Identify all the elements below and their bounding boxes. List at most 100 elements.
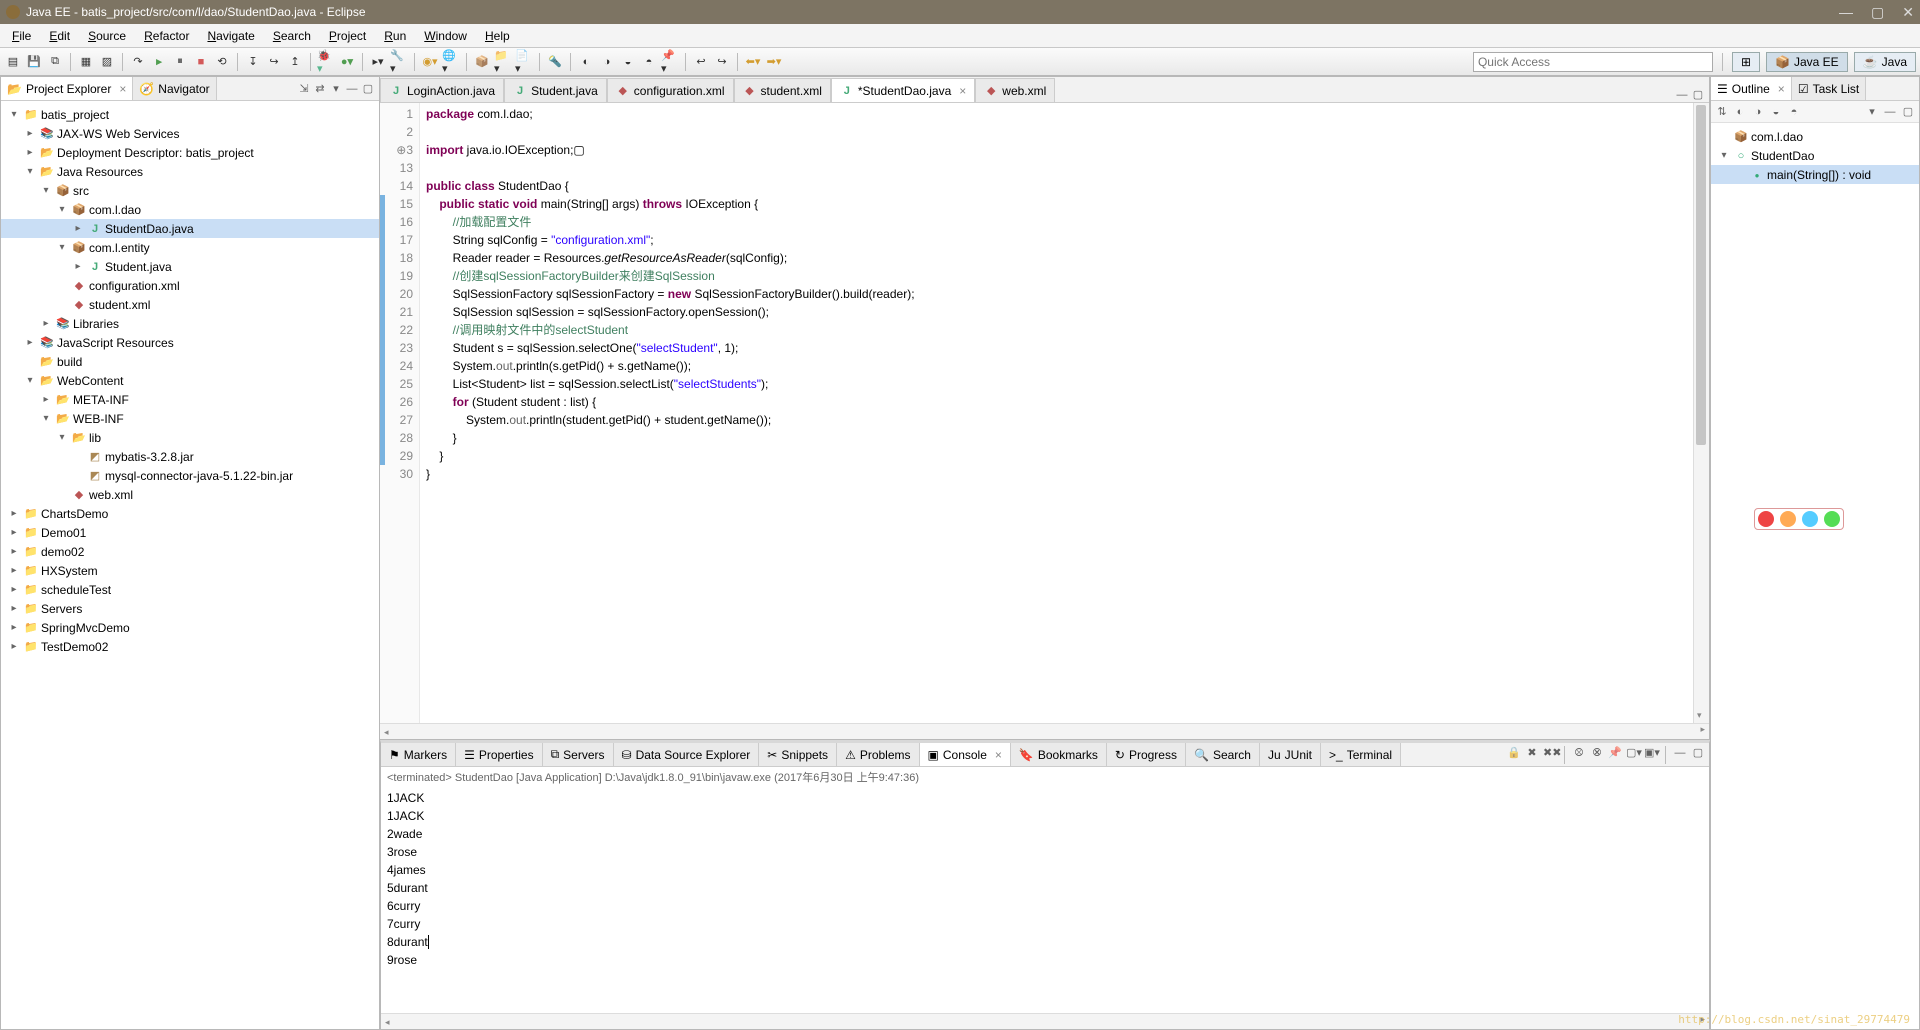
tree-item[interactable]: ▸HXSystem <box>1 561 379 580</box>
menu-refactor[interactable]: Refactor <box>136 27 197 45</box>
filter-local-icon[interactable]: ◓ <box>1787 105 1801 119</box>
tree-item[interactable]: ▾StudentDao <box>1711 146 1919 165</box>
twisty-icon[interactable]: ▾ <box>55 432 69 443</box>
editor-tab[interactable]: configuration.xml <box>607 78 734 102</box>
scroll-thumb[interactable] <box>1696 105 1706 445</box>
maximize-button[interactable]: ▢ <box>1871 4 1884 21</box>
toggle-mark-icon[interactable]: ◐ <box>577 53 595 71</box>
tree-item[interactable]: mybatis-3.2.8.jar <box>1 447 379 466</box>
tree-item[interactable]: configuration.xml <box>1 276 379 295</box>
link-editor-icon[interactable]: ⇄ <box>313 82 327 96</box>
tree-item[interactable]: ▾com.l.entity <box>1 238 379 257</box>
bottom-tab-servers[interactable]: ⧉Servers <box>543 743 614 766</box>
close-icon[interactable]: × <box>119 82 126 96</box>
skip-icon[interactable]: ↷ <box>129 53 147 71</box>
open-type-icon[interactable]: ▦ <box>77 53 95 71</box>
tree-item[interactable]: ▸JAX-WS Web Services <box>1 124 379 143</box>
twisty-icon[interactable]: ▾ <box>55 242 69 253</box>
tree-item[interactable]: ▸Servers <box>1 599 379 618</box>
maximize-view-icon[interactable]: ▢ <box>1901 105 1915 119</box>
pin-console-icon[interactable]: 📌 <box>1608 746 1622 760</box>
code-area[interactable]: package com.l.dao; import java.io.IOExce… <box>420 103 1693 723</box>
search-icon[interactable]: 🔦 <box>546 53 564 71</box>
editor-tab[interactable]: student.xml <box>734 78 831 102</box>
tree-item[interactable]: com.l.dao <box>1711 127 1919 146</box>
tree-item[interactable]: ▾lib <box>1 428 379 447</box>
menu-help[interactable]: Help <box>477 27 518 45</box>
twisty-icon[interactable]: ▾ <box>39 413 53 424</box>
twisty-icon[interactable]: ▸ <box>7 527 21 538</box>
twisty-icon[interactable]: ▸ <box>39 394 53 405</box>
pause-icon[interactable]: ⏸ <box>171 53 189 71</box>
view-menu-icon[interactable]: ▾ <box>1865 105 1879 119</box>
tree-item[interactable]: ▾src <box>1 181 379 200</box>
maximize-view-icon[interactable]: ▢ <box>361 82 375 96</box>
tree-item[interactable]: student.xml <box>1 295 379 314</box>
twisty-icon[interactable]: ▸ <box>71 261 85 272</box>
close-button[interactable]: ✕ <box>1902 4 1914 21</box>
bottom-tab-properties[interactable]: ☰Properties <box>456 743 542 766</box>
globe-icon[interactable]: 🌐▾ <box>442 53 460 71</box>
twisty-icon[interactable]: ▾ <box>55 204 69 215</box>
twisty-icon[interactable]: ▸ <box>23 337 37 348</box>
step-into-icon[interactable]: ↧ <box>244 53 262 71</box>
minimize-editor-icon[interactable]: — <box>1675 88 1689 102</box>
vertical-scrollbar[interactable]: ▾ <box>1693 103 1709 723</box>
minimize-button[interactable]: — <box>1839 4 1853 21</box>
twisty-icon[interactable]: ▾ <box>1717 150 1731 161</box>
prev-edit-icon[interactable]: ↩ <box>692 53 710 71</box>
outline-tree[interactable]: com.l.dao▾StudentDao main(String[]) : vo… <box>1711 123 1919 1029</box>
ext-tools-icon[interactable]: 🔧▾ <box>390 53 408 71</box>
perspective-java[interactable]: ☕ Java <box>1854 52 1916 72</box>
back-icon[interactable]: ⬅▾ <box>744 53 762 71</box>
bottom-tab-terminal[interactable]: >_Terminal <box>1321 743 1401 766</box>
annotation2-icon[interactable]: ◒ <box>619 53 637 71</box>
tab-navigator[interactable]: 🧭 Navigator <box>133 77 216 100</box>
pin-icon[interactable]: 📌▾ <box>661 53 679 71</box>
resume-icon[interactable]: ▸ <box>150 53 168 71</box>
editor-tab[interactable]: web.xml <box>975 78 1055 102</box>
tree-item[interactable]: ▾batis_project <box>1 105 379 124</box>
twisty-icon[interactable]: ▸ <box>23 128 37 139</box>
display-selected-icon[interactable]: ▢▾ <box>1626 746 1640 760</box>
clear-console-icon[interactable]: ✖ <box>1525 746 1539 760</box>
new-folder-icon[interactable]: 📁▾ <box>494 53 512 71</box>
notification-badge[interactable] <box>1754 508 1844 530</box>
bottom-tab-progress[interactable]: ↻Progress <box>1107 743 1186 766</box>
tree-item[interactable]: ▸Deployment Descriptor: batis_project <box>1 143 379 162</box>
view-menu-icon[interactable]: ▾ <box>329 82 343 96</box>
minimize-bottom-icon[interactable]: — <box>1673 746 1687 760</box>
run-last-icon[interactable]: ▸▾ <box>369 53 387 71</box>
annotation-icon[interactable]: ◑ <box>598 53 616 71</box>
tree-item[interactable]: mysql-connector-java-5.1.22-bin.jar <box>1 466 379 485</box>
menu-edit[interactable]: Edit <box>41 27 78 45</box>
step-return-icon[interactable]: ↥ <box>286 53 304 71</box>
close-icon[interactable]: × <box>995 748 1002 762</box>
minimize-view-icon[interactable]: — <box>1883 105 1897 119</box>
twisty-icon[interactable]: ▸ <box>7 641 21 652</box>
tree-item[interactable]: ▸JavaScript Resources <box>1 333 379 352</box>
twisty-icon[interactable]: ▸ <box>71 223 85 234</box>
filter-nonpublic-icon[interactable]: ◒ <box>1769 105 1783 119</box>
tab-project-explorer[interactable]: 📂 Project Explorer × <box>1 77 133 100</box>
twisty-icon[interactable]: ▸ <box>7 565 21 576</box>
bottom-tab-junit[interactable]: JuJUnit <box>1260 743 1321 766</box>
remove-terminated-icon[interactable]: ✖✖ <box>1543 746 1557 760</box>
menu-window[interactable]: Window <box>416 27 475 45</box>
project-tree[interactable]: ▾batis_project▸JAX-WS Web Services▸Deplo… <box>1 101 379 1029</box>
bottom-tab-console[interactable]: ▣Console × <box>920 743 1011 766</box>
console-output[interactable]: 1JACK1JACK2wade3rose4james5durant6curry7… <box>381 789 1709 1013</box>
tree-item[interactable]: ▸META-INF <box>1 390 379 409</box>
tree-item[interactable]: ▸SpringMvcDemo <box>1 618 379 637</box>
tree-item[interactable]: main(String[]) : void <box>1711 165 1919 184</box>
editor-tab[interactable]: LoginAction.java <box>380 78 504 102</box>
new-package-icon[interactable]: 📦 <box>473 53 491 71</box>
new-file-icon[interactable]: 📄▾ <box>515 53 533 71</box>
twisty-icon[interactable]: ▾ <box>39 185 53 196</box>
bottom-tab-search[interactable]: 🔍Search <box>1186 743 1260 766</box>
code-editor[interactable]: 12⊕3131415161718192021222324252627282930… <box>380 103 1709 723</box>
open-console-icon[interactable]: ▣▾ <box>1644 746 1658 760</box>
perspective-javaee[interactable]: 📦 Java EE <box>1766 52 1848 72</box>
maximize-bottom-icon[interactable]: ▢ <box>1691 746 1705 760</box>
twisty-icon[interactable]: ▸ <box>23 147 37 158</box>
